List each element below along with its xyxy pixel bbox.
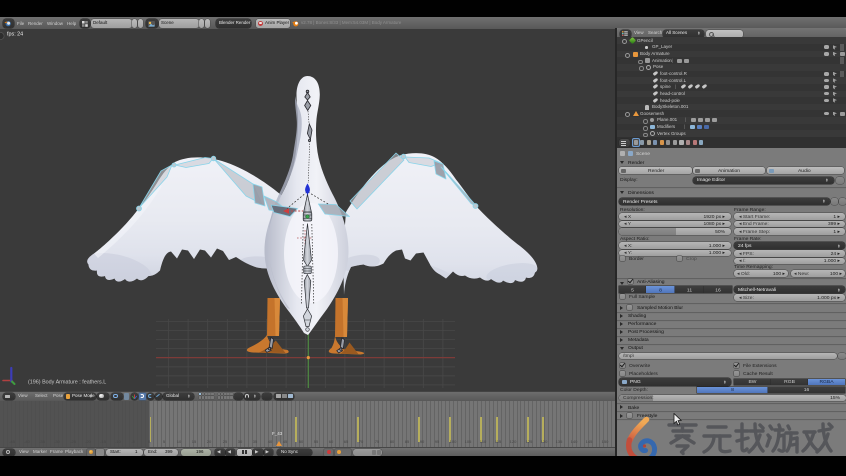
- svg-text:fps: 24: fps: 24: [7, 32, 23, 38]
- svg-text:(196) Body Armature : feathers: (196) Body Armature : feathers.L: [28, 380, 106, 386]
